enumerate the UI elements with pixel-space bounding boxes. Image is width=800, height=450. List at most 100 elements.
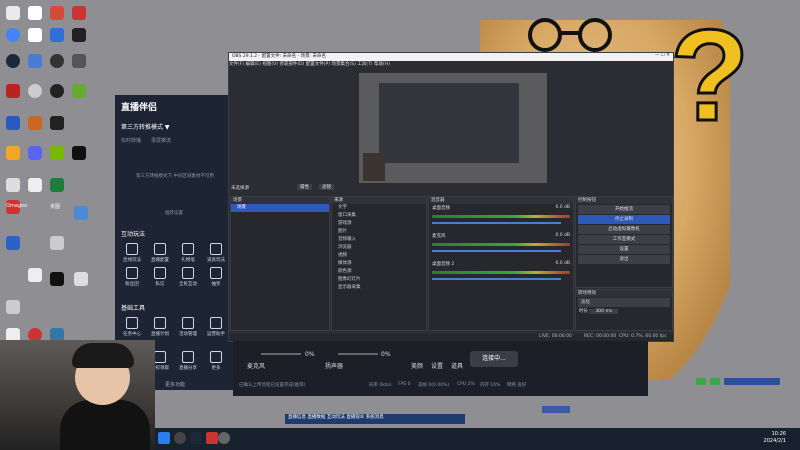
settings-button[interactable]: 设置 — [431, 361, 443, 370]
steam-icon[interactable] — [190, 432, 202, 444]
app-icon[interactable] — [28, 268, 42, 282]
source-item[interactable]: 浏览器 — [332, 244, 426, 252]
go-live-button[interactable]: 连接中... — [470, 351, 518, 367]
app-icon[interactable] — [50, 236, 64, 250]
mini-item[interactable]: 直播观众 — [346, 415, 364, 420]
beauty-button[interactable]: 美颜 — [411, 361, 423, 370]
app-icon[interactable] — [50, 272, 64, 286]
tab-relay[interactable]: 实时转播 — [121, 137, 141, 144]
desktop-icon[interactable] — [50, 6, 64, 20]
app-icon[interactable] — [28, 178, 42, 192]
app-icon[interactable] — [6, 84, 20, 98]
volume-slider[interactable] — [432, 278, 561, 280]
tool-button[interactable]: 活动管理 — [177, 317, 199, 337]
mini-item[interactable]: 系统消息 — [366, 415, 384, 420]
desktop-icon[interactable] — [28, 6, 42, 20]
app-icon[interactable] — [28, 116, 42, 130]
source-item[interactable]: 视频 — [332, 252, 426, 260]
more-features[interactable]: 更多功能 — [165, 381, 185, 388]
desktop-icon[interactable] — [72, 6, 86, 20]
discord-icon[interactable] — [28, 146, 42, 160]
system-clock[interactable]: 10:26 2024/2/1 — [764, 431, 786, 445]
studio-mode-button[interactable]: 工作室模式 — [578, 235, 670, 244]
app-icon[interactable] — [72, 146, 86, 160]
source-item[interactable]: 图像幻灯片 — [332, 276, 426, 284]
menu-scene-collection[interactable]: 场景集合(S) — [331, 62, 355, 67]
source-item[interactable]: 媒体源 — [332, 260, 426, 268]
status-indicator[interactable] — [696, 378, 706, 385]
tab-screen[interactable]: 录屏推流 — [151, 137, 171, 144]
interactive-button[interactable]: 粉丝团 — [121, 267, 143, 287]
interactive-button[interactable]: 道具玩法 — [205, 243, 227, 263]
menu-docks[interactable]: 停靠部件(D) — [279, 62, 304, 67]
app-icon[interactable] — [6, 236, 20, 250]
source-item[interactable]: 颜色源 — [332, 268, 426, 276]
source-item[interactable]: 游戏源 — [332, 220, 426, 228]
exit-button[interactable]: 退出 — [578, 255, 670, 264]
app-icon[interactable] — [28, 54, 42, 68]
menu-help[interactable]: 帮助(H) — [374, 62, 390, 67]
source-item[interactable]: 音频输入 — [332, 236, 426, 244]
duration-input[interactable]: 300 ms — [589, 309, 619, 314]
desktop-icon[interactable] — [6, 6, 20, 20]
app-icon[interactable] — [6, 146, 20, 160]
obs-icon[interactable] — [218, 432, 230, 444]
props-button[interactable]: 道具 — [451, 361, 463, 370]
mini-item[interactable]: 直播信息 — [288, 415, 306, 420]
source-item[interactable]: 图片 — [332, 228, 426, 236]
app-icon[interactable] — [6, 178, 20, 192]
app-icon[interactable] — [6, 300, 20, 314]
app-icon[interactable] — [6, 54, 20, 68]
status-indicator[interactable] — [724, 378, 780, 385]
mic-slider[interactable] — [261, 353, 301, 355]
tool-button[interactable]: 直播分享 — [177, 351, 199, 371]
settings-button[interactable]: 设置 — [578, 245, 670, 254]
app-icon[interactable] — [50, 28, 64, 42]
interactive-button[interactable]: 礼物墙 — [177, 243, 199, 263]
menu-file[interactable]: 文件(F) — [229, 62, 244, 67]
mode-dropdown[interactable]: 第三方转推模式 ▼ — [121, 122, 170, 131]
app-icon[interactable] — [174, 432, 186, 444]
settings-tip[interactable]: 推荐设置 — [165, 210, 183, 216]
app-icon[interactable] — [50, 84, 64, 98]
app-icon[interactable] — [28, 84, 42, 98]
interactive-button[interactable]: 直播配置 — [149, 243, 171, 263]
document-icon[interactable] — [28, 28, 42, 42]
source-item[interactable]: 窗口采集 — [332, 212, 426, 220]
mini-item[interactable]: 互动玩法 — [327, 415, 345, 420]
tool-button[interactable]: 直播计划 — [149, 317, 171, 337]
app-icon[interactable] — [50, 178, 64, 192]
app-icon[interactable] — [72, 84, 86, 98]
virtual-camera-button[interactable]: 启动虚拟摄像机 — [578, 225, 670, 234]
window-controls[interactable]: — ☐ ✕ — [655, 53, 670, 58]
speaker-slider[interactable] — [338, 353, 378, 355]
app-icon[interactable] — [72, 28, 86, 42]
obs-preview[interactable] — [359, 73, 547, 183]
transition-select[interactable]: 淡化 — [578, 298, 670, 307]
menu-edit[interactable]: 编辑(E) — [246, 62, 261, 67]
volume-slider[interactable] — [432, 250, 561, 252]
app-icon[interactable] — [206, 432, 218, 444]
interactive-button[interactable]: 全民互动 — [177, 267, 199, 287]
interactive-button[interactable]: 私信 — [149, 267, 171, 287]
status-indicator[interactable] — [710, 378, 720, 385]
app-icon[interactable] — [72, 54, 86, 68]
mini-item[interactable]: 直播数据 — [307, 415, 325, 420]
stop-recording-button[interactable]: 停止录制 — [578, 215, 670, 224]
volume-slider[interactable] — [432, 222, 561, 224]
source-item[interactable]: 显示器采集 — [332, 284, 426, 292]
interactive-button[interactable]: 抽奖 — [205, 267, 227, 287]
menu-profile[interactable]: 配置文件(P) — [306, 62, 330, 67]
app-icon[interactable] — [74, 272, 88, 286]
app-icon[interactable] — [50, 116, 64, 130]
app-icon[interactable] — [6, 116, 20, 130]
filters-button[interactable]: 滤镜 — [319, 184, 334, 190]
app-icon[interactable] — [74, 206, 88, 220]
steam-icon[interactable] — [50, 54, 64, 68]
nvidia-icon[interactable] — [50, 146, 64, 160]
tool-button[interactable]: 运营助手 — [205, 317, 227, 337]
chrome-icon[interactable] — [6, 28, 20, 42]
start-icon[interactable] — [158, 432, 170, 444]
scene-item[interactable]: 场景 — [231, 204, 329, 212]
tool-button[interactable]: 任务中心 — [121, 317, 143, 337]
